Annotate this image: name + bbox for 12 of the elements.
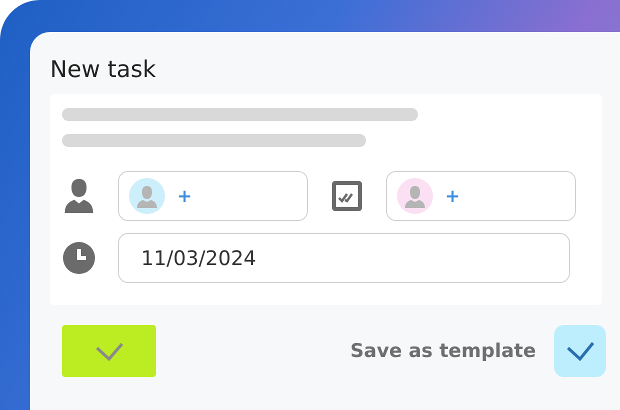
add-assignee-button[interactable]: + (177, 186, 192, 206)
save-as-template-checkbox[interactable] (554, 325, 606, 377)
person-icon (62, 177, 96, 215)
date-field[interactable]: 11/03/2024 (118, 233, 570, 283)
checkmark-icon (565, 340, 595, 362)
clock-icon (62, 239, 96, 277)
dialog-title: New task (50, 56, 157, 85)
checkmark-icon (94, 340, 124, 362)
assignee-field[interactable]: + (118, 171, 308, 221)
save-as-template-label: Save as template (350, 340, 536, 362)
assignee-field[interactable]: + (386, 171, 576, 221)
add-assignee-button[interactable]: + (445, 186, 460, 206)
